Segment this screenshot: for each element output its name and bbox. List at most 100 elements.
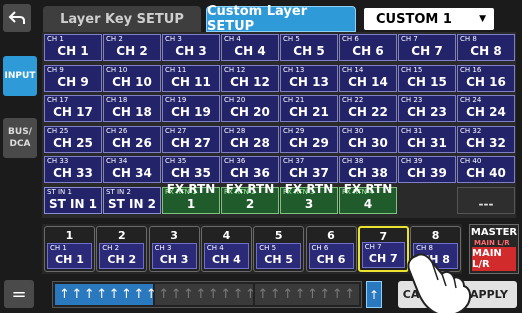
- channel-cell-label: CH 21: [289, 105, 329, 119]
- channel-cell-sub-label: CH 20: [224, 96, 246, 104]
- channel-cell[interactable]: CH 33 CH 33: [44, 156, 102, 183]
- channel-cell[interactable]: CH 26 CH 26: [103, 125, 161, 153]
- layer-slot-channel-sub: CH 5: [259, 244, 277, 252]
- channel-cell-sub-label: CH 21: [283, 96, 305, 104]
- channel-cell[interactable]: CH 12 CH 12: [221, 64, 279, 92]
- tab-custom-layer-setup[interactable]: Custom Layer SETUP: [206, 4, 356, 34]
- channel-cell[interactable]: ST IN 2 ST IN 2: [103, 186, 161, 214]
- fader-arrow-icon: ↑: [96, 287, 108, 302]
- layer-slot-1[interactable]: 1 CH 1 CH 1: [44, 226, 95, 272]
- channel-cell-sub-label: CH 18: [106, 96, 128, 104]
- channel-cell[interactable]: FX RTN 4 FX RTN 4: [339, 182, 397, 214]
- channel-cell-label: CH 26: [112, 135, 152, 150]
- fader-bank-indicator[interactable]: ↑ ↑ ↑ ↑ ↑ ↑ ↑ ↑ ↑ ↑ ↑ ↑ ↑ ↑ ↑ ↑ ↑ ↑ ↑ ↑ ↑ ↑ ↑ ↑: [52, 281, 362, 308]
- channel-cell[interactable]: CH 11 CH 11: [162, 64, 220, 92]
- channel-cell[interactable]: CH 13 CH 13: [280, 64, 338, 92]
- layer-slot-channel: CH 4 CH 4: [203, 243, 249, 269]
- channel-cell[interactable]: CH 18 CH 18: [103, 95, 161, 122]
- channel-cell[interactable]: CH 14 CH 14: [339, 64, 397, 92]
- master-slot[interactable]: MASTER MAIN L/R MAIN L/R: [469, 224, 519, 274]
- channel-cell[interactable]: CH 21 CH 21: [280, 95, 338, 122]
- channel-cell[interactable]: CH 15 CH 15: [398, 64, 456, 92]
- channel-cell-label: CH 15: [407, 74, 447, 89]
- layer-slot-5[interactable]: 5 CH 5 CH 5: [253, 226, 305, 272]
- channel-cell[interactable]: CH 19 CH 19: [162, 95, 220, 122]
- fader-arrow-icon: ↑: [170, 287, 182, 302]
- channel-cell[interactable]: CH 39 CH 39: [398, 156, 456, 183]
- channel-cell-sub-label: CH 10: [106, 65, 128, 74]
- channel-cell-sub-label: CH 25: [47, 126, 69, 135]
- custom-layer-select-value: CUSTOM 1: [376, 11, 452, 27]
- channel-cell-label: FX RTN 4: [343, 181, 393, 211]
- master-sub-label: MAIN L/R: [474, 239, 510, 247]
- channel-cell-label: CH 1: [57, 44, 89, 58]
- channel-cell[interactable]: CH 16 CH 16: [457, 64, 515, 92]
- channel-cell-label: CH 16: [466, 74, 506, 89]
- channel-cell[interactable]: CH 3 CH 3: [162, 34, 220, 61]
- layer-slot-channel: CH 3 CH 3: [151, 243, 197, 269]
- channel-cell[interactable]: CH 17 CH 17: [44, 95, 102, 122]
- fader-arrow-icon: ↑: [158, 287, 170, 302]
- channel-cell[interactable]: CH 25 CH 25: [44, 125, 102, 153]
- channel-cell[interactable]: CH 22 CH 22: [339, 95, 397, 122]
- layer-slot-6[interactable]: 6 CH 6 CH 6: [305, 226, 357, 272]
- layer-slot-number: 5: [274, 229, 283, 242]
- channel-cell[interactable]: FX RTN 1 FX RTN 1: [162, 182, 220, 214]
- fader-arrow-icon: ↑: [108, 287, 120, 302]
- channel-cell[interactable]: CH 30 CH 30: [339, 125, 397, 153]
- channel-cell[interactable]: CH 34 CH 34: [103, 156, 161, 183]
- fader-arrow-icon: ↑: [232, 287, 244, 302]
- channel-cell-sub-label: CH 33: [47, 157, 69, 165]
- channel-cell-label: CH 3: [175, 44, 207, 58]
- channel-cell-label: CH 23: [407, 105, 447, 119]
- channel-cell[interactable]: CH 1 CH 1: [44, 34, 102, 61]
- master-main-lr-button[interactable]: MAIN L/R: [472, 247, 516, 271]
- channel-cell[interactable]: CH 10 CH 10: [103, 64, 161, 92]
- channel-cell[interactable]: ST IN 1 ST IN 1: [44, 186, 102, 214]
- channel-cell[interactable]: CH 24 CH 24: [457, 95, 515, 122]
- channel-cell[interactable]: CH 4 CH 4: [221, 34, 279, 61]
- channel-cell-sub-label: CH 3: [165, 35, 182, 43]
- fader-arrow-icon: ↑: [319, 287, 331, 302]
- channel-cell[interactable]: CH 20 CH 20: [221, 95, 279, 122]
- layer-slot-2[interactable]: 2 CH 2 CH 2: [96, 226, 148, 272]
- back-arrow-icon[interactable]: [3, 4, 31, 32]
- channel-cell[interactable]: CH 29 CH 29: [280, 125, 338, 153]
- channel-cell[interactable]: CH 8 CH 8: [457, 34, 515, 61]
- layer-slot-4[interactable]: 4 CH 4 CH 4: [200, 226, 252, 272]
- channel-cell[interactable]: CH 31 CH 31: [398, 125, 456, 153]
- channel-cell[interactable]: CH 27 CH 27: [162, 125, 220, 153]
- channel-cell-label: CH 35: [171, 166, 211, 180]
- fader-arrow-icon: ↑: [195, 287, 207, 302]
- custom-layer-select[interactable]: CUSTOM 1 ▼: [364, 8, 494, 30]
- fader-arrow-icon: ↑: [245, 287, 256, 302]
- channel-cell[interactable]: FX RTN 3 FX RTN 3: [280, 182, 338, 214]
- channel-cell[interactable]: CH 32 CH 32: [457, 125, 515, 153]
- channel-cell-sub-label: CH 19: [165, 96, 187, 104]
- channel-cell[interactable]: CH 23 CH 23: [398, 95, 456, 122]
- channel-cell[interactable]: CH 9 CH 9: [44, 64, 102, 92]
- layer-slot-3[interactable]: 3 CH 3 CH 3: [148, 226, 200, 272]
- channel-cell[interactable]: CH 37 CH 37: [280, 156, 338, 183]
- channel-cell[interactable]: CH 36 CH 36: [221, 156, 279, 183]
- side-tab-input[interactable]: INPUT: [3, 56, 37, 96]
- channel-cell-label: CH 39: [407, 166, 447, 180]
- channel-cell[interactable]: CH 28 CH 28: [221, 125, 279, 153]
- channel-cell[interactable]: CH 38 CH 38: [339, 156, 397, 183]
- channel-cell-sub-label: CH 27: [165, 126, 187, 135]
- channel-cell[interactable]: CH 6 CH 6: [339, 34, 397, 61]
- channel-cell[interactable]: ---: [457, 186, 515, 214]
- channel-cell-sub-label: CH 24: [460, 96, 482, 104]
- channel-cell[interactable]: FX RTN 2 FX RTN 2: [221, 182, 279, 214]
- channel-cell-sub-label: CH 39: [401, 157, 423, 165]
- tab-layer-key-setup[interactable]: Layer Key SETUP: [43, 6, 201, 32]
- channel-cell[interactable]: CH 2 CH 2: [103, 34, 161, 61]
- channel-cell-label: CH 33: [53, 166, 93, 180]
- fader-arrow-icon: ↑: [282, 287, 294, 302]
- channel-cell[interactable]: CH 35 CH 35: [162, 156, 220, 183]
- channel-cell[interactable]: CH 40 CH 40: [457, 156, 515, 183]
- channel-cell[interactable]: CH 7 CH 7: [398, 34, 456, 61]
- menu-icon[interactable]: =: [4, 280, 34, 308]
- channel-cell[interactable]: CH 5 CH 5: [280, 34, 338, 61]
- side-tab-bus-dca[interactable]: BUS/ DCA: [3, 118, 37, 158]
